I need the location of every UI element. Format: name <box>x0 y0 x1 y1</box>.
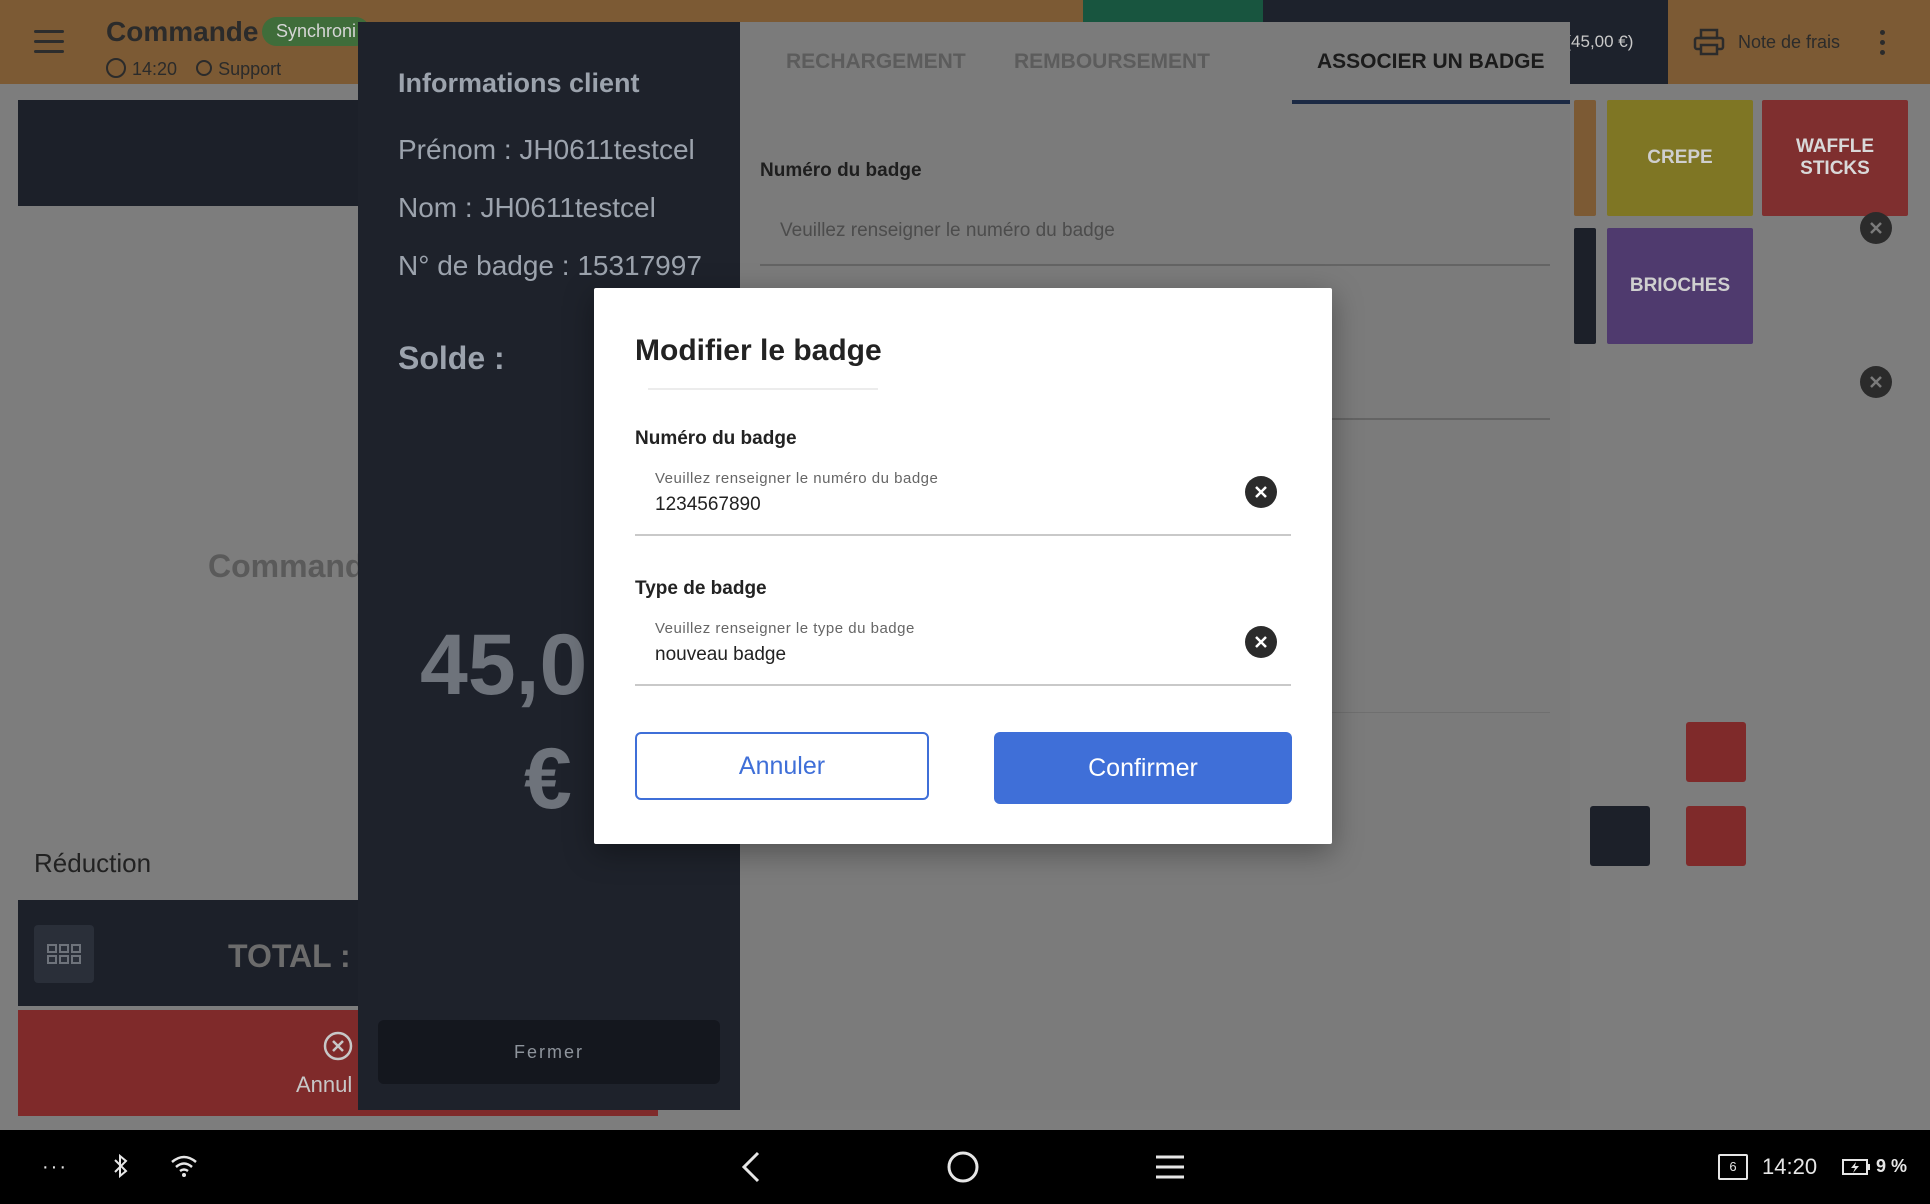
session-user: Support <box>218 59 282 79</box>
customer-first-name: Prénom : JH0611testcel <box>398 134 695 165</box>
wifi-icon <box>171 1155 197 1177</box>
clear-icon[interactable] <box>1860 366 1892 398</box>
hamburger-menu-icon[interactable] <box>34 30 64 54</box>
product-tile-brioches[interactable]: BRIOCHES <box>1607 228 1753 344</box>
badge-number-placeholder: Veuillez renseigner le numéro du badge <box>655 470 939 487</box>
expense-note-button[interactable]: Note de frais <box>1738 32 1840 53</box>
badge-type-input[interactable] <box>655 644 1215 666</box>
more-dots-icon[interactable]: ··· <box>42 1156 68 1179</box>
printer-icon[interactable] <box>1693 28 1725 56</box>
product-tile-partial[interactable] <box>1574 100 1596 216</box>
tab-refund[interactable]: REMBOURSEMENT <box>1014 50 1210 74</box>
product-tile-crepe[interactable]: CREPE <box>1607 100 1753 216</box>
tab-bar: RECHARGEMENT REMBOURSEMENT ASSOCIER UN B… <box>740 22 1570 104</box>
more-vertical-icon[interactable] <box>1880 30 1886 60</box>
page-title: Commande <box>106 16 259 47</box>
edit-badge-dialog: Modifier le badge Numéro du badge Veuill… <box>594 288 1332 844</box>
tab-recharge[interactable]: RECHARGEMENT <box>786 50 966 74</box>
discount-label[interactable]: Réduction <box>34 848 151 879</box>
user-icon <box>196 60 213 76</box>
back-icon[interactable] <box>738 1150 764 1184</box>
badge-type-placeholder: Veuillez renseigner le type du badge <box>655 620 915 637</box>
associate-badge-label: Numéro du badge <box>760 160 922 181</box>
badge-number-input[interactable] <box>655 494 1215 516</box>
edit-button[interactable] <box>1590 806 1650 866</box>
system-nav-bar: ··· 6 14:20 9 % <box>0 1130 1930 1204</box>
notification-count-icon: 6 <box>1718 1154 1748 1180</box>
total-label: TOTAL : ( <box>228 938 371 974</box>
confirm-button[interactable]: Confirmer <box>994 732 1292 804</box>
customer-badge-number: N° de badge : 15317997 <box>398 250 702 281</box>
clear-badge-type-icon[interactable] <box>1245 626 1277 658</box>
bluetooth-icon <box>114 1153 128 1179</box>
sync-status-badge: Synchroni <box>262 17 371 46</box>
balance-currency: € <box>524 731 572 827</box>
active-tab-indicator <box>1292 100 1570 104</box>
close-drawer-button[interactable]: Fermer <box>378 1020 720 1084</box>
balance-label: Solde : <box>398 340 505 376</box>
product-tile-waffle-sticks[interactable]: WAFFLE STICKS <box>1762 100 1908 216</box>
session-time: 14:20 <box>132 59 178 79</box>
home-icon[interactable] <box>946 1150 980 1184</box>
badge-number-label: Numéro du badge <box>635 428 797 449</box>
battery-icon <box>1842 1159 1870 1175</box>
delete-button[interactable] <box>1686 722 1746 782</box>
badge-number-field: Veuillez renseigner le numéro du badge <box>635 464 1291 536</box>
clock-icon <box>106 58 126 78</box>
input-underline <box>760 264 1550 266</box>
recent-apps-icon[interactable] <box>1154 1152 1186 1182</box>
session-meta: 14:20 Support <box>106 58 281 80</box>
clear-icon[interactable] <box>1860 212 1892 244</box>
balance-amount: 45,0 <box>420 617 588 713</box>
battery-percentage: 9 % <box>1876 1156 1908 1176</box>
status-band <box>1083 0 1263 22</box>
product-tile-partial-dark[interactable] <box>1574 228 1596 344</box>
dialog-title: Modifier le badge <box>635 334 882 367</box>
system-time: 14:20 <box>1762 1154 1818 1179</box>
badge-type-label: Type de badge <box>635 578 767 599</box>
customer-last-name: Nom : JH0611testcel <box>398 192 656 223</box>
cancel-button[interactable]: Annuler <box>635 732 929 800</box>
badge-type-field: Veuillez renseigner le type du badge <box>635 614 1291 686</box>
title-underline <box>648 388 878 390</box>
cancel-order-label: Annul <box>296 1072 353 1097</box>
empty-order-label: Commande <box>208 548 383 584</box>
tab-associate-badge[interactable]: ASSOCIER UN BADGE <box>1317 50 1545 74</box>
cancel-circle-icon <box>323 1031 353 1061</box>
delete-button[interactable] <box>1686 806 1746 866</box>
associate-badge-input[interactable]: Veuillez renseigner le numéro du badge <box>780 220 1115 242</box>
grid-icon[interactable] <box>34 925 94 983</box>
customer-info-heading: Informations client <box>398 68 640 98</box>
clear-badge-number-icon[interactable] <box>1245 476 1277 508</box>
